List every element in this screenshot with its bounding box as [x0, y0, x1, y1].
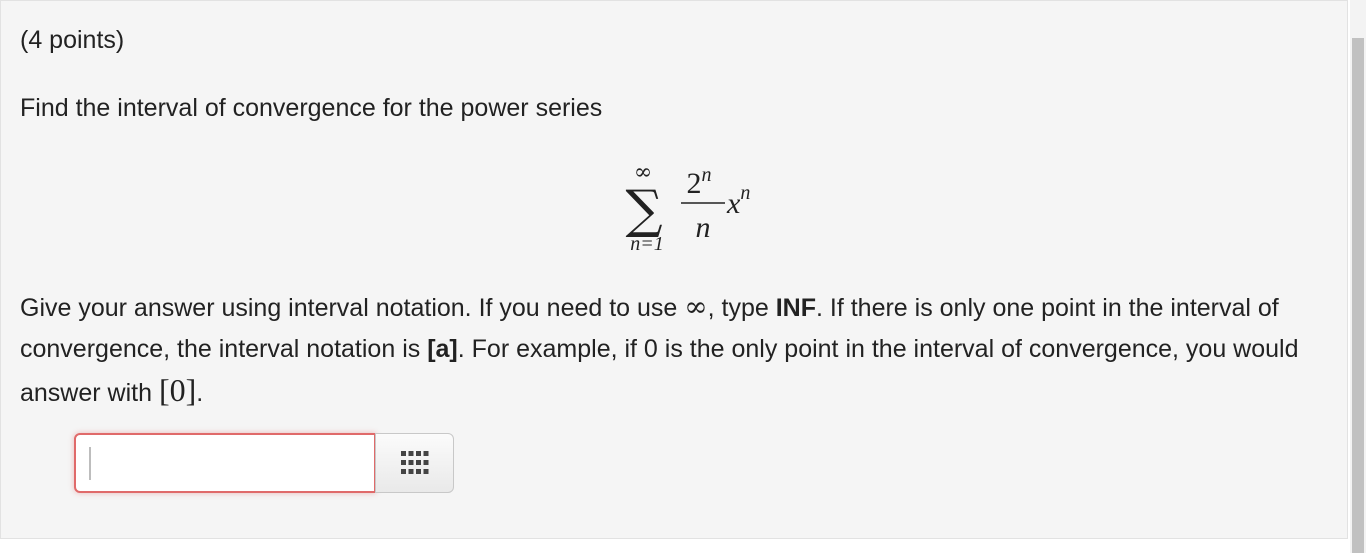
- inf-keyword: INF: [775, 294, 816, 322]
- text-caret: [89, 447, 91, 480]
- grid-icon: [401, 451, 429, 474]
- infinity-symbol: ∞: [684, 290, 708, 323]
- sum-lower-limit: n=1: [630, 233, 664, 255]
- instructions-text-2: , type: [707, 294, 776, 322]
- answer-input[interactable]: [74, 433, 376, 493]
- single-point-notation: [a]: [427, 335, 458, 363]
- points-label: (4 points): [20, 26, 125, 54]
- scrollbar-thumb[interactable]: [1352, 38, 1364, 553]
- question-prompt: Find the interval of convergence for the…: [20, 94, 603, 122]
- equation-palette-button[interactable]: [375, 433, 454, 493]
- instructions-text-5: .: [196, 379, 204, 407]
- power-series-formula: ∞ ∑ n=1 2n n xn: [625, 160, 750, 255]
- answer-instructions: Give your answer using interval notation…: [20, 286, 1340, 414]
- sigma-symbol: ∑: [625, 180, 662, 240]
- question-panel: (4 points) Find the interval of converge…: [0, 0, 1348, 539]
- example-answer: [0]: [158, 372, 197, 408]
- variable-term: xn: [726, 182, 750, 220]
- instructions-text-1: Give your answer using interval notation…: [20, 294, 685, 322]
- fraction-denominator: n: [696, 211, 711, 244]
- fraction-numerator: 2n: [687, 164, 712, 200]
- vertical-scrollbar[interactable]: [1350, 0, 1366, 553]
